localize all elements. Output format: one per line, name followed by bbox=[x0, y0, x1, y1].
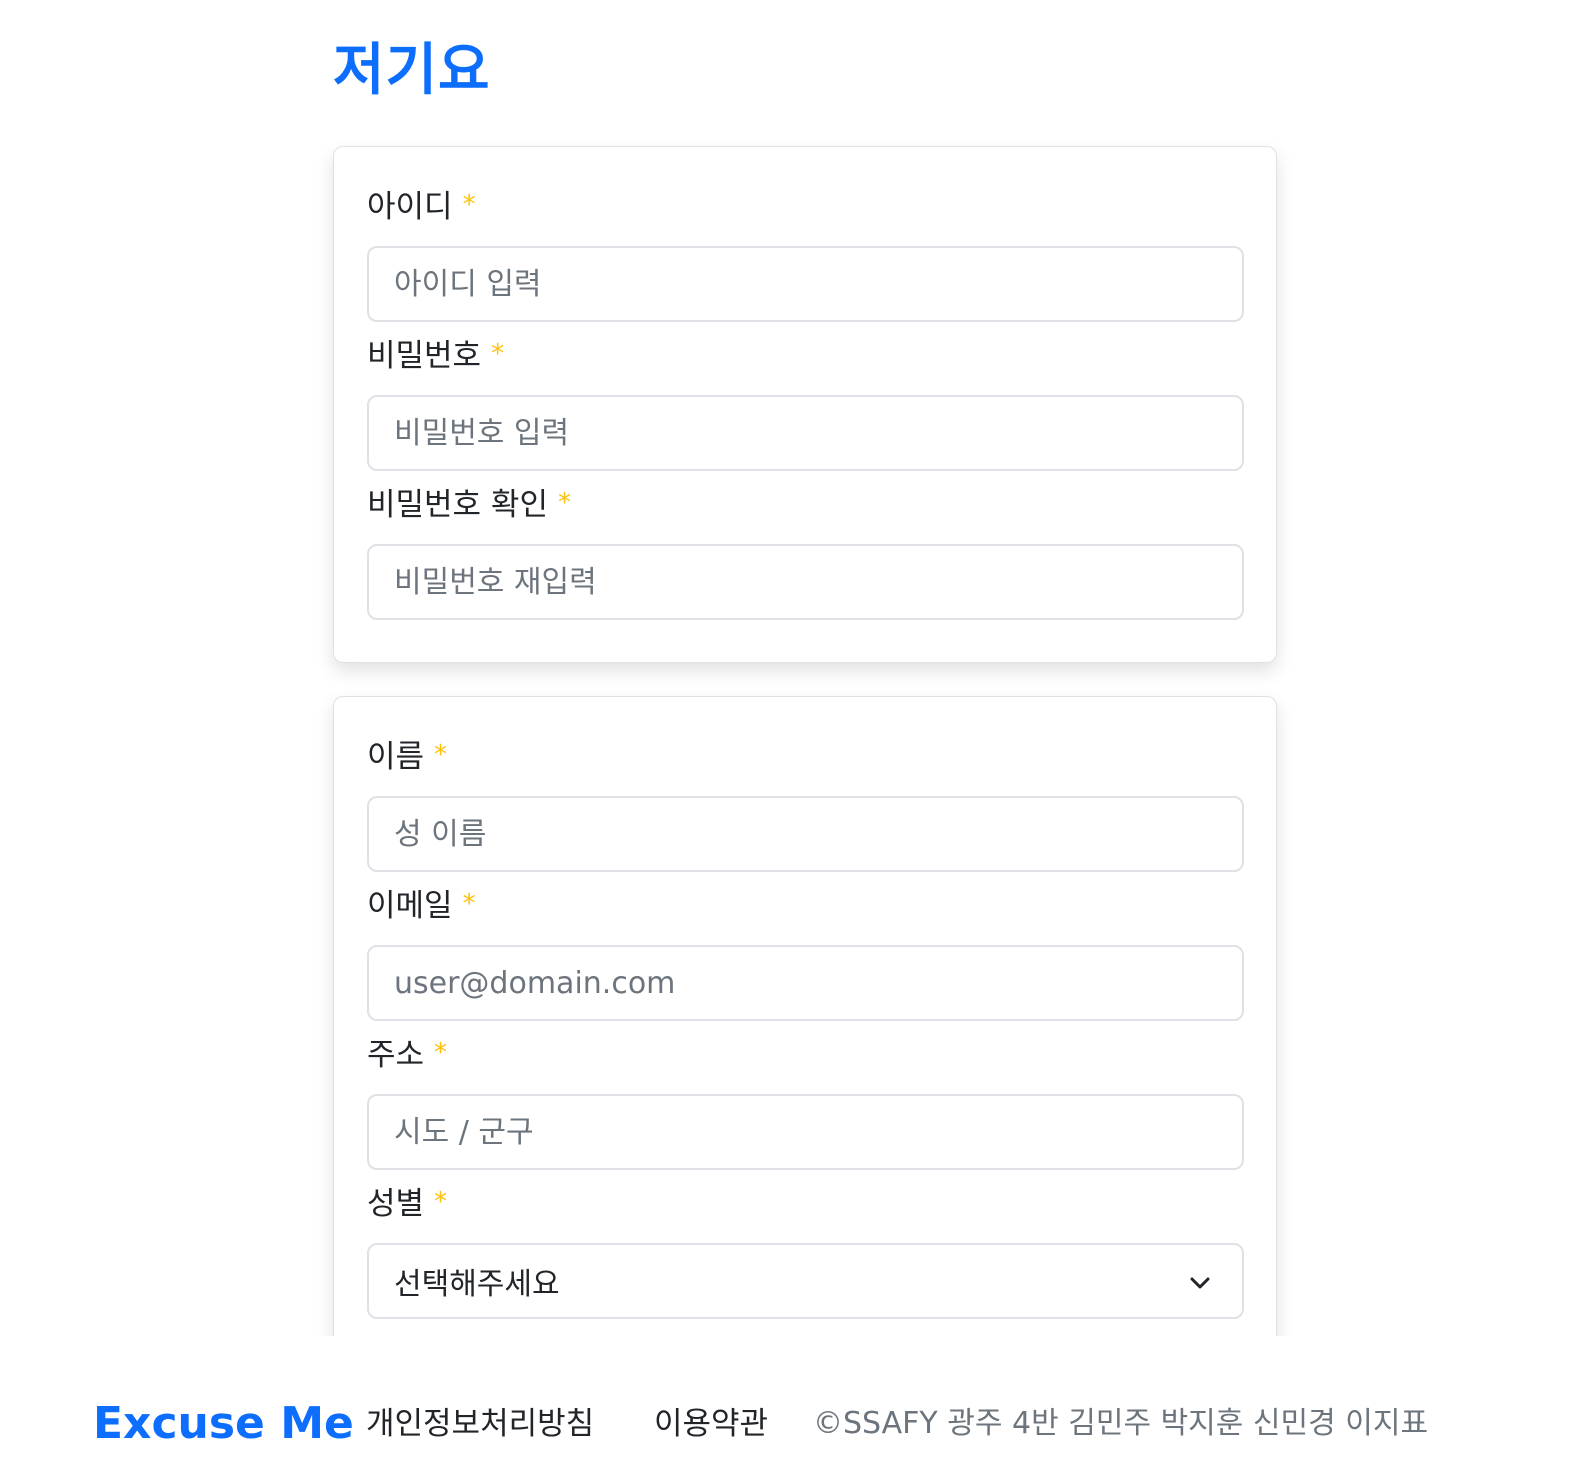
password-confirm-label-text: 비밀번호 확인 bbox=[367, 487, 548, 523]
required-mark: * bbox=[462, 190, 476, 220]
email-label-text: 이메일 bbox=[367, 888, 453, 924]
name-input[interactable] bbox=[367, 796, 1244, 872]
required-mark: * bbox=[557, 488, 571, 518]
signup-form-area[interactable]: 아이디 * 비밀번호 * 비밀번호 확인 * 이름 * 이메일 * 주소 * bbox=[0, 130, 1572, 1336]
required-mark: * bbox=[434, 1038, 448, 1068]
required-mark: * bbox=[434, 740, 448, 770]
address-label-text: 주소 bbox=[367, 1037, 425, 1073]
password-confirm-input[interactable] bbox=[367, 544, 1244, 620]
password-confirm-label: 비밀번호 확인 * bbox=[367, 483, 1243, 523]
site-logo[interactable]: 저기요 bbox=[333, 34, 491, 108]
name-label: 이름 * bbox=[367, 735, 1243, 775]
password-label-text: 비밀번호 bbox=[367, 338, 482, 374]
gender-label: 성별 * bbox=[367, 1182, 1243, 1222]
gender-select-value: 선택해주세요 bbox=[394, 1267, 560, 1302]
profile-info-card: 이름 * 이메일 * 주소 * 성별 * 선택해주세요 bbox=[333, 696, 1277, 1336]
password-input[interactable] bbox=[367, 395, 1244, 471]
site-footer: Excuse Me 개인정보처리방침 이용약관 ©SSAFY 광주 4반 김민주… bbox=[0, 1336, 1572, 1478]
password-label: 비밀번호 * bbox=[367, 334, 1243, 374]
email-input[interactable] bbox=[367, 945, 1244, 1021]
id-label: 아이디 * bbox=[367, 185, 1243, 225]
email-label: 이메일 * bbox=[367, 884, 1243, 924]
required-mark: * bbox=[462, 889, 476, 919]
id-input[interactable] bbox=[367, 246, 1244, 322]
terms-of-service-link[interactable]: 이용약관 bbox=[654, 1402, 768, 1446]
signup-page: 저기요 아이디 * 비밀번호 * 비밀번호 확인 * 이름 * 이메일 * bbox=[0, 0, 1572, 1478]
gender-label-text: 성별 bbox=[367, 1186, 425, 1222]
gender-select[interactable]: 선택해주세요 bbox=[367, 1243, 1244, 1319]
chevron-down-icon bbox=[1190, 1277, 1210, 1289]
copyright-text: ©SSAFY 광주 4반 김민주 박지훈 신민경 이지표 bbox=[813, 1406, 1429, 1441]
address-input[interactable] bbox=[367, 1094, 1244, 1170]
name-label-text: 이름 bbox=[367, 739, 425, 775]
account-info-card: 아이디 * 비밀번호 * 비밀번호 확인 * bbox=[333, 146, 1277, 663]
required-mark: * bbox=[434, 1187, 448, 1217]
footer-brand[interactable]: Excuse Me bbox=[93, 1394, 354, 1454]
id-label-text: 아이디 bbox=[367, 189, 453, 225]
required-mark: * bbox=[491, 339, 505, 369]
address-label: 주소 * bbox=[367, 1033, 1243, 1073]
privacy-policy-link[interactable]: 개인정보처리방침 bbox=[366, 1402, 594, 1446]
